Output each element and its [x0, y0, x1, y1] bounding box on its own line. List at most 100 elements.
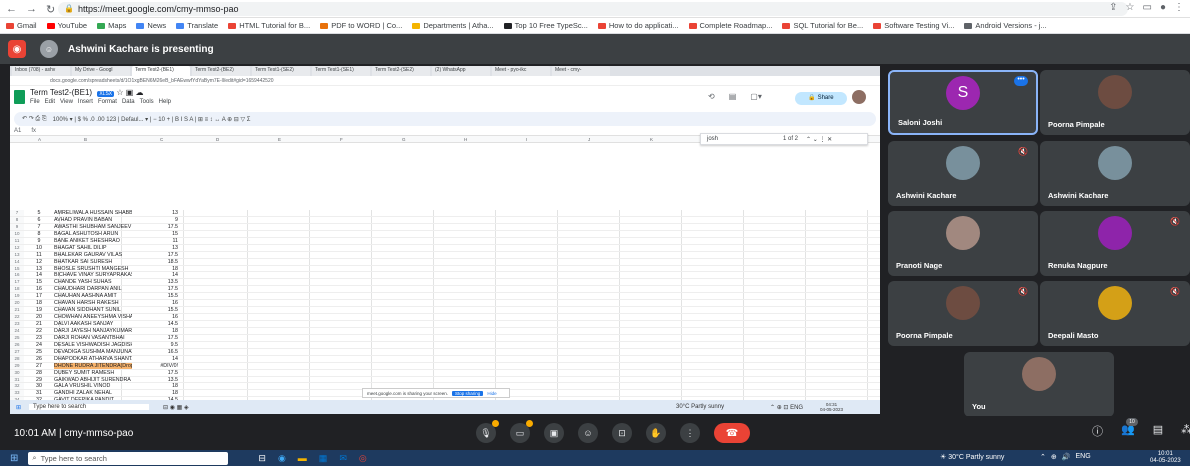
bookmark-item[interactable]: SQL Tutorial for Be... — [782, 21, 863, 30]
windows-logo-icon[interactable]: ⊞ — [10, 453, 18, 464]
participant-tile[interactable]: S ••• Saloni Joshi — [888, 70, 1038, 135]
participant-tile[interactable]: Pranoti Nage — [888, 211, 1038, 276]
captions-icon: ▣ — [549, 427, 559, 438]
bookmark-label: HTML Tutorial for B... — [239, 21, 311, 30]
sheet-cell-a: 6 — [37, 216, 41, 223]
taskbar-clock[interactable]: 10:01 04-05-2023 — [1150, 451, 1181, 465]
participant-tile[interactable]: 🔇 Ashwini Kacharе — [888, 141, 1038, 206]
participant-avatar — [1098, 216, 1132, 251]
sheet-row: 31 29 GAIKWAD ABHIJIT SURENDRA 13.5 — [10, 376, 880, 384]
more-options-icon[interactable]: ••• — [1014, 76, 1028, 86]
mail-icon[interactable]: ✉ — [339, 453, 347, 464]
bookmark-favicon-icon — [320, 22, 329, 29]
sheet-cell-a: 8 — [37, 230, 41, 237]
microphone-button[interactable]: 🎙 — [476, 420, 499, 443]
edge-icon[interactable]: ◉ — [278, 453, 286, 464]
search-icon: ⌕ — [32, 453, 37, 462]
present-button[interactable]: ⊡ — [612, 423, 632, 443]
chrome-icon[interactable]: ◎ — [359, 453, 367, 464]
bookmark-item[interactable]: Top 10 Free TypeSc... — [503, 21, 588, 30]
sheet-row: 21 19 CHAVAN SIDDHANT SUNIL 15.5 — [10, 307, 880, 315]
history-icon: ⟲ — [708, 92, 715, 101]
participant-tile[interactable]: Ashwini Kacharе — [1040, 141, 1190, 206]
participant-tile[interactable]: Poorna Pimpale — [1040, 70, 1190, 135]
sheet-cell-b: CHAUDHARI DARPAN ANIL — [54, 286, 122, 293]
more-options-button[interactable]: ⋮ — [680, 423, 700, 443]
sheets-header: Term Test2-(BE1) XLSX ☆ ▣ ☁ File Edit View… — [10, 86, 880, 112]
share-icon[interactable]: ⇪ — [1109, 2, 1117, 13]
bookmark-item[interactable]: Departments | Atha... — [412, 21, 494, 30]
participant-tile[interactable]: 🔇 Renuka Nagpure — [1040, 211, 1190, 276]
raise-hand-button[interactable]: ✋ — [646, 423, 666, 443]
stop-presenting-icon[interactable]: ◉ — [8, 40, 26, 58]
emoji-icon: ☺ — [583, 428, 593, 438]
bookmark-item[interactable]: PDF to WORD | Co... — [320, 21, 402, 30]
leave-call-button[interactable]: ☎ — [714, 423, 750, 443]
bookmark-item[interactable]: Software Testing Vi... — [873, 21, 954, 30]
sheet-row: 29 27 DHONE RUDRA JITENDRA(Drop) #DIV/0! — [10, 362, 880, 370]
bookmark-item[interactable]: News — [136, 21, 166, 30]
muted-mic-icon: 🔇 — [1170, 287, 1180, 296]
column-header: D — [216, 137, 220, 142]
reload-icon[interactable]: ↻ — [46, 3, 55, 16]
bookmark-item[interactable]: How to do applicati... — [597, 21, 679, 30]
file-explorer-icon[interactable]: ▬ — [298, 453, 307, 464]
sheet-cell-b: GAIKWAD ABHIJIT SURENDRA — [54, 376, 131, 383]
sheet-cell-rn: 25 — [10, 334, 24, 341]
info-icon[interactable]: ⓘ — [1092, 423, 1103, 439]
star-icon[interactable]: ☆ — [1126, 2, 1135, 13]
toolbar-text: 100% ▾ | $ % .0 .00 123 | Defaul... ▾ | … — [52, 116, 251, 123]
column-header: I — [526, 137, 528, 142]
participant-name: Saloni Joshi — [898, 118, 943, 127]
sheet-cell-rn: 23 — [10, 321, 24, 327]
bookmark-item[interactable]: Gmail — [6, 21, 37, 30]
tray-chevron-icon[interactable]: ⌃ — [1040, 453, 1046, 461]
inner-tab: My Drive - Googl — [72, 66, 130, 76]
column-header: A — [38, 137, 42, 142]
sheet-cell-c: 17.5 — [167, 286, 178, 293]
kebab-menu-icon[interactable]: ⋮ — [1174, 2, 1184, 13]
chat-icon[interactable]: ▤ — [1153, 423, 1163, 439]
activities-icon[interactable]: ⁂ — [1181, 423, 1190, 439]
participant-name: Poorna Pimpale — [1048, 120, 1105, 129]
bookmark-item[interactable]: Android Versions - j... — [964, 21, 1047, 30]
bookmark-item[interactable]: HTML Tutorial for B... — [228, 21, 310, 30]
bookmark-item[interactable]: Complete Roadmap... — [688, 21, 772, 30]
address-bar[interactable]: 🔒 https://meet.google.com/cmy-mmso-pao — [58, 2, 1128, 16]
captions-button[interactable]: ▣ — [544, 423, 564, 443]
profile-avatar[interactable]: ● — [1160, 2, 1166, 13]
taskbar-weather[interactable]: ☀ 30°C Partly sunny — [940, 453, 1004, 461]
bookmark-item[interactable]: Maps — [97, 21, 126, 30]
bookmark-label: How to do applicati... — [608, 21, 679, 30]
inner-avatar — [852, 90, 866, 104]
bookmark-favicon-icon — [6, 22, 14, 29]
emoji-button[interactable]: ☺ — [578, 423, 598, 443]
window-icon[interactable]: ▭ — [1143, 2, 1152, 13]
store-icon[interactable]: ▦ — [319, 453, 328, 464]
weather-text: 30°C Partly sunny — [948, 454, 1005, 461]
sheet-cell-rn: 7 — [10, 210, 24, 216]
back-arrow-icon[interactable]: ← — [6, 3, 17, 16]
windows-taskbar: ⊞ ⌕ Type here to search ⊟ ◉ ▬ ▦ ✉ ◎ ☀ 30°… — [0, 450, 1190, 466]
language-indicator[interactable]: ENG — [1075, 453, 1090, 461]
volume-icon[interactable]: 🔊 — [1062, 453, 1071, 461]
participant-avatar — [1098, 75, 1132, 110]
camera-button[interactable]: ▭ — [510, 420, 533, 443]
menu-item: Insert — [77, 99, 93, 105]
taskbar-search[interactable]: ⌕ Type here to search — [28, 451, 229, 465]
bookmark-item[interactable]: Translate — [176, 21, 218, 30]
taskbar-search-text: Type here to search — [40, 453, 107, 463]
bookmark-item[interactable]: YouTube — [46, 21, 87, 30]
sheet-cell-a: 14 — [36, 272, 42, 279]
star-icon: ☆ ▣ ☁ — [116, 88, 144, 97]
participant-tile[interactable]: You — [964, 352, 1114, 417]
task-view-icon[interactable]: ⊟ — [258, 453, 266, 464]
participant-tile[interactable]: 🔇 Deepali Masto — [1040, 281, 1190, 346]
participant-tile[interactable]: 🔇 Poorna Pimpale — [888, 281, 1038, 346]
network-icon[interactable]: ⊕ — [1051, 453, 1057, 461]
participant-name: You — [972, 402, 986, 411]
bookmark-label: PDF to WORD | Co... — [331, 21, 403, 30]
bookmark-label: Departments | Atha... — [423, 21, 494, 30]
sheet-cell-b: BHOSLE SRUSHTI MANGESH — [54, 265, 129, 272]
forward-arrow-icon[interactable]: → — [26, 3, 37, 16]
